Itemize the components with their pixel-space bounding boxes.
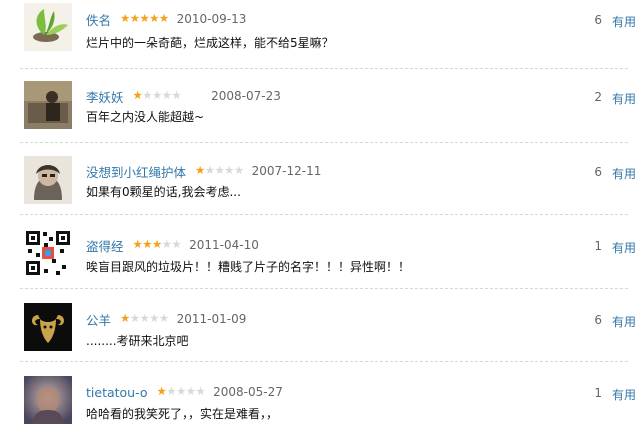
star-empty-icon: ★ <box>171 88 182 103</box>
star-filled-icon: ★ <box>156 384 167 399</box>
star-empty-icon: ★ <box>185 384 196 399</box>
useful-button[interactable]: 有用 <box>612 165 636 182</box>
star-empty-icon: ★ <box>233 163 244 178</box>
useful-button[interactable]: 有用 <box>612 313 636 330</box>
rating-stars: ★★★★★ <box>120 13 169 25</box>
star-empty-icon: ★ <box>204 163 215 178</box>
review-item: 没想到小红绳护体 ★★★★★ 2007-12-11 如果有0颗星的话,我会考虑.… <box>0 148 644 221</box>
avatar[interactable] <box>24 81 72 129</box>
useful-button[interactable]: 有用 <box>612 13 636 30</box>
divider <box>20 361 628 362</box>
star-filled-icon: ★ <box>139 11 150 26</box>
useful-count: 1 <box>594 239 602 253</box>
star-empty-icon: ★ <box>158 311 169 326</box>
useful-button[interactable]: 有用 <box>612 90 636 107</box>
review-text: 百年之内没人能超越~ <box>86 110 205 124</box>
star-filled-icon: ★ <box>120 311 130 326</box>
review-date: 2010-09-13 <box>176 12 247 26</box>
review-text: 唉盲目跟风的垃圾片！！糟贱了片子的名字！！！异性啊！！ <box>86 260 411 274</box>
star-filled-icon: ★ <box>120 11 130 26</box>
useful-button[interactable]: 有用 <box>612 239 636 256</box>
useful-count: 1 <box>594 386 602 400</box>
review-date: 2008-05-27 <box>213 385 283 399</box>
rating-stars: ★★★★★ <box>133 239 182 251</box>
review-date: 2011-01-09 <box>176 312 247 326</box>
star-empty-icon: ★ <box>149 311 159 326</box>
review-text: 烂片中的一朵奇葩，烂成这样，能不给5星嘛？ <box>86 36 334 50</box>
review-item: 公羊 ★★★★★ 2011-01-09 ........考研来北京吧 6 有用 <box>0 294 644 367</box>
review-text: 如果有0颗星的话,我会考虑... <box>86 185 241 199</box>
avatar[interactable] <box>24 229 72 277</box>
rating-stars: ★★★★★ <box>157 386 206 398</box>
star-filled-icon: ★ <box>195 163 205 178</box>
star-filled-icon: ★ <box>129 11 140 26</box>
star-empty-icon: ★ <box>224 163 234 178</box>
review-date: 2011-04-10 <box>189 238 259 252</box>
review-author[interactable]: 没想到小红绳护体 <box>86 162 186 181</box>
useful-count: 6 <box>594 313 602 327</box>
divider <box>20 288 628 289</box>
useful-count: 6 <box>594 165 602 179</box>
star-empty-icon: ★ <box>161 237 172 252</box>
avatar[interactable] <box>24 156 72 204</box>
rating-stars: ★★★★★ <box>195 165 244 177</box>
star-empty-icon: ★ <box>129 311 140 326</box>
star-filled-icon: ★ <box>151 237 162 252</box>
review-date: 2007-12-11 <box>251 164 322 178</box>
review-author[interactable]: 佚名 <box>86 10 111 29</box>
review-text: 哈哈看的我笑死了，，实在是难看，， <box>86 407 279 421</box>
star-empty-icon: ★ <box>161 88 172 103</box>
star-filled-icon: ★ <box>149 11 159 26</box>
useful-count: 2 <box>594 90 602 104</box>
star-filled-icon: ★ <box>132 88 143 103</box>
star-filled-icon: ★ <box>142 237 152 252</box>
divider <box>20 68 628 69</box>
star-filled-icon: ★ <box>132 237 143 252</box>
review-author[interactable]: 盗得经 <box>86 236 124 255</box>
rating-stars: ★★★★★ <box>120 313 169 325</box>
divider <box>20 214 628 215</box>
star-empty-icon: ★ <box>151 88 162 103</box>
star-filled-icon: ★ <box>158 11 169 26</box>
review-author[interactable]: 李妖妖 <box>86 87 124 106</box>
avatar[interactable] <box>24 376 72 424</box>
star-empty-icon: ★ <box>142 88 152 103</box>
divider <box>20 142 628 143</box>
star-empty-icon: ★ <box>139 311 150 326</box>
star-empty-icon: ★ <box>214 163 225 178</box>
star-empty-icon: ★ <box>171 237 182 252</box>
review-author[interactable]: tietatou-o <box>86 385 148 400</box>
star-empty-icon: ★ <box>175 384 186 399</box>
useful-count: 6 <box>594 13 602 27</box>
review-item: 佚名 ★★★★★ 2010-09-13 烂片中的一朵奇葩，烂成这样，能不给5星嘛… <box>0 0 644 73</box>
review-author[interactable]: 公羊 <box>86 310 111 329</box>
star-empty-icon: ★ <box>195 384 206 399</box>
review-date: 2008-07-23 <box>211 89 281 103</box>
review-item: tietatou-o ★★★★★ 2008-05-27 哈哈看的我笑死了，，实在… <box>0 367 644 440</box>
avatar[interactable] <box>24 303 72 351</box>
star-empty-icon: ★ <box>166 384 176 399</box>
review-item: 盗得经 ★★★★★ 2011-04-10 唉盲目跟风的垃圾片！！糟贱了片子的名字… <box>0 220 644 293</box>
useful-button[interactable]: 有用 <box>612 386 636 403</box>
review-text: ........考研来北京吧 <box>86 334 189 348</box>
avatar[interactable] <box>24 3 72 51</box>
review-item: 李妖妖 ★★★★★ 2008-07-23 百年之内没人能超越~ 2 有用 <box>0 74 644 147</box>
rating-stars: ★★★★★ <box>133 90 182 102</box>
